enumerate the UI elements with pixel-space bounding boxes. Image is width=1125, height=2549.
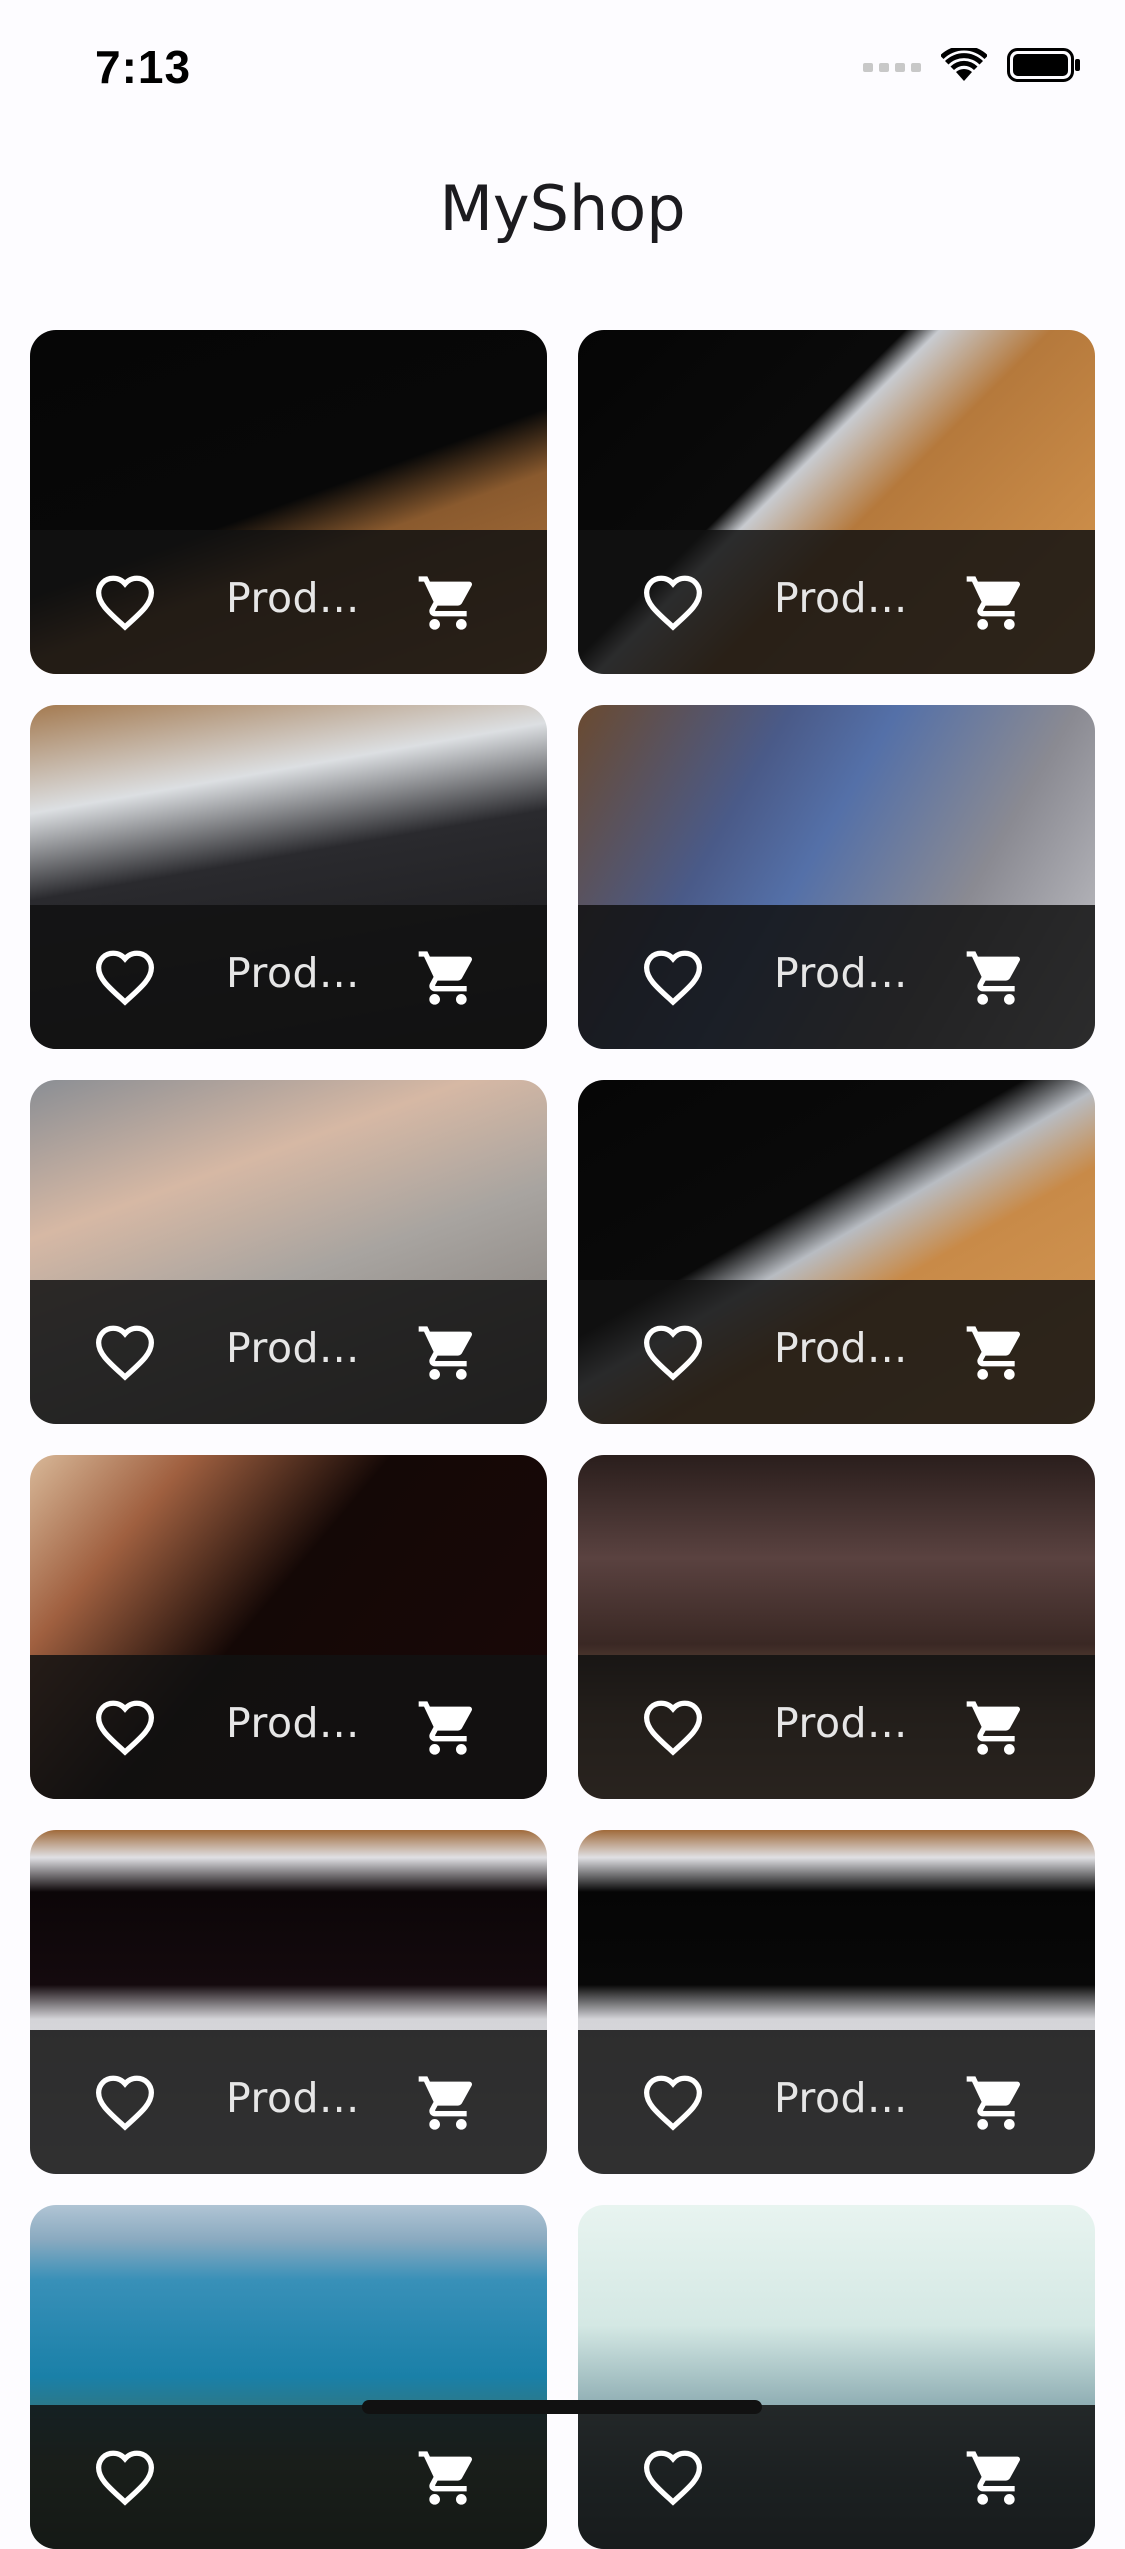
add-to-cart-button[interactable] [961, 568, 1031, 638]
favorite-button[interactable] [641, 1320, 705, 1384]
product-title: Prod... [226, 1324, 360, 1372]
shopping-cart-icon [966, 2076, 1021, 2130]
product-footer: Prod... [30, 1655, 547, 1799]
shopping-cart-icon [966, 2451, 1021, 2505]
add-to-cart-button[interactable] [961, 1693, 1031, 1763]
heart-outline-icon [643, 1700, 703, 1756]
add-to-cart-button[interactable] [413, 2068, 483, 2138]
add-to-cart-button[interactable] [413, 943, 483, 1013]
favorite-button[interactable] [641, 945, 705, 1009]
product-tile[interactable] [578, 2205, 1095, 2549]
add-to-cart-button[interactable] [961, 2068, 1031, 2138]
product-title: Prod... [226, 949, 360, 997]
add-to-cart-button[interactable] [413, 2443, 483, 2513]
product-footer: Prod... [578, 1655, 1095, 1799]
product-title: Prod... [774, 1699, 908, 1747]
product-footer: Prod... [30, 905, 547, 1049]
shopping-cart-icon [966, 1701, 1021, 1755]
heart-outline-icon [95, 950, 155, 1006]
product-tile[interactable]: Prod... [578, 1455, 1095, 1799]
add-to-cart-button[interactable] [961, 943, 1031, 1013]
product-tile[interactable]: Prod... [30, 705, 547, 1049]
product-tile[interactable]: Prod... [30, 1080, 547, 1424]
cellular-signal-icon [863, 62, 921, 72]
add-to-cart-button[interactable] [413, 1318, 483, 1388]
heart-outline-icon [643, 1325, 703, 1381]
add-to-cart-button[interactable] [413, 568, 483, 638]
favorite-button[interactable] [93, 2445, 157, 2509]
shopping-cart-icon [418, 2076, 473, 2130]
status-time: 7:13 [95, 41, 192, 93]
product-title: Prod... [774, 1324, 908, 1372]
status-bar: 7:13 [0, 0, 1125, 140]
product-tile[interactable]: Prod... [578, 1830, 1095, 2174]
product-footer: Prod... [578, 905, 1095, 1049]
product-footer: Prod... [578, 1280, 1095, 1424]
product-tile[interactable]: Prod... [578, 1080, 1095, 1424]
product-tile[interactable]: Prod... [30, 1455, 547, 1799]
heart-outline-icon [95, 2450, 155, 2506]
product-footer [30, 2405, 547, 2549]
heart-outline-icon [643, 2450, 703, 2506]
product-tile[interactable]: Prod... [30, 330, 547, 674]
add-to-cart-button[interactable] [961, 1318, 1031, 1388]
heart-outline-icon [643, 950, 703, 1006]
heart-outline-icon [95, 575, 155, 631]
product-title: Prod... [226, 2074, 360, 2122]
wifi-icon [940, 45, 988, 86]
product-tile[interactable]: Prod... [578, 705, 1095, 1049]
shopping-cart-icon [418, 1701, 473, 1755]
favorite-button[interactable] [93, 570, 157, 634]
product-title: Prod... [774, 574, 908, 622]
heart-outline-icon [643, 575, 703, 631]
heart-outline-icon [95, 1325, 155, 1381]
product-footer: Prod... [30, 1280, 547, 1424]
favorite-button[interactable] [641, 2070, 705, 2134]
product-grid: Prod... Prod... Prod... Prod... Prod... … [30, 330, 1095, 2549]
add-to-cart-button[interactable] [961, 2443, 1031, 2513]
product-footer: Prod... [30, 2030, 547, 2174]
shopping-cart-icon [418, 576, 473, 630]
heart-outline-icon [95, 1700, 155, 1756]
shopping-cart-icon [418, 1326, 473, 1380]
heart-outline-icon [95, 2075, 155, 2131]
favorite-button[interactable] [93, 2070, 157, 2134]
shopping-cart-icon [966, 1326, 1021, 1380]
favorite-button[interactable] [93, 1320, 157, 1384]
product-title: Prod... [226, 574, 360, 622]
product-title: Prod... [226, 1699, 360, 1747]
page-title: MyShop [439, 172, 686, 245]
product-tile[interactable] [30, 2205, 547, 2549]
product-footer: Prod... [578, 530, 1095, 674]
add-to-cart-button[interactable] [413, 1693, 483, 1763]
shopping-cart-icon [418, 951, 473, 1005]
shopping-cart-icon [418, 2451, 473, 2505]
shopping-cart-icon [966, 576, 1021, 630]
product-title: Prod... [774, 949, 908, 997]
favorite-button[interactable] [93, 1695, 157, 1759]
favorite-button[interactable] [641, 570, 705, 634]
product-footer: Prod... [30, 530, 547, 674]
favorite-button[interactable] [641, 1695, 705, 1759]
product-tile[interactable]: Prod... [578, 330, 1095, 674]
favorite-button[interactable] [641, 2445, 705, 2509]
product-footer: Prod... [578, 2030, 1095, 2174]
product-footer [578, 2405, 1095, 2549]
product-tile[interactable]: Prod... [30, 1830, 547, 2174]
product-title: Prod... [774, 2074, 908, 2122]
home-indicator[interactable] [362, 2400, 762, 2414]
battery-icon [1007, 48, 1081, 86]
shopping-cart-icon [966, 951, 1021, 1005]
status-icons [863, 45, 1081, 86]
heart-outline-icon [643, 2075, 703, 2131]
favorite-button[interactable] [93, 945, 157, 1009]
